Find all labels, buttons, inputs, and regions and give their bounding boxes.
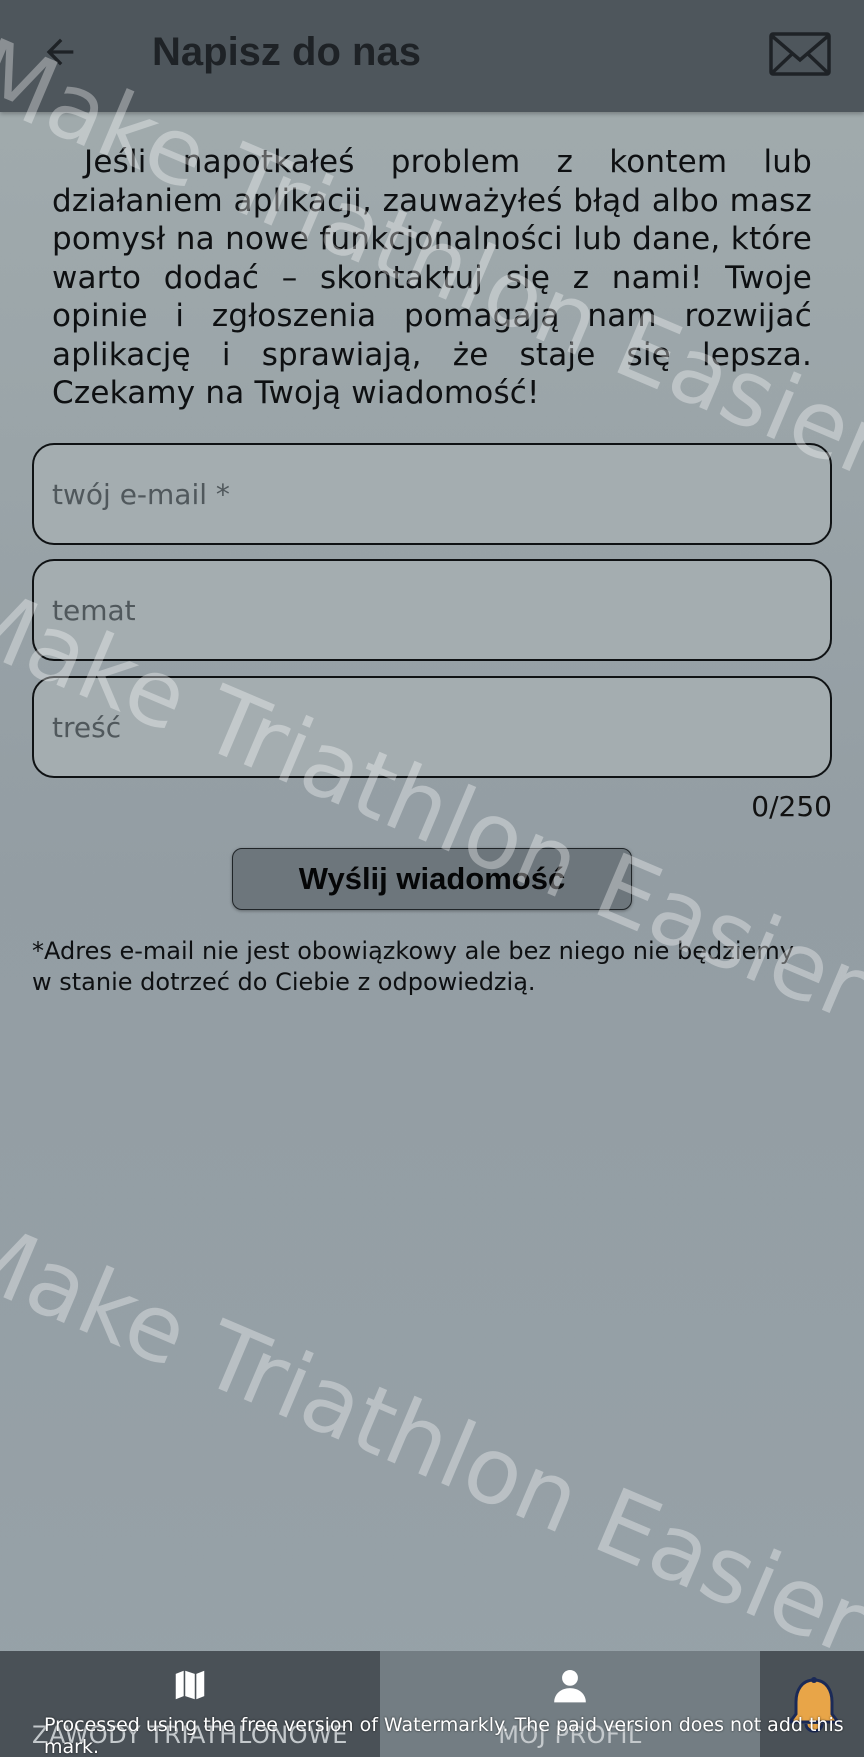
subject-input[interactable] — [52, 561, 812, 659]
page-title: Napisz do nas — [152, 30, 421, 74]
app-header: Napisz do nas — [0, 0, 864, 112]
subject-field[interactable] — [32, 559, 832, 661]
character-counter: 0/250 — [751, 790, 832, 823]
tab-competitions[interactable]: ZAWODY TRIATHLONOWE — [0, 1651, 380, 1757]
back-button[interactable] — [32, 24, 88, 80]
message-field[interactable] — [32, 676, 832, 778]
arrow-back-icon — [46, 38, 74, 66]
watermark-text: Make Triathlon Easier — [0, 1195, 864, 1677]
tab-competitions-label: ZAWODY TRIATHLONOWE — [32, 1721, 348, 1749]
send-message-button[interactable]: Wyślij wiadomość — [232, 848, 632, 910]
map-icon — [175, 1670, 205, 1700]
intro-text: Jeśli napotkałeś problem z kontem lub dz… — [52, 144, 812, 411]
person-icon — [554, 1669, 586, 1703]
message-input[interactable] — [52, 678, 812, 776]
mail-button[interactable] — [768, 30, 832, 78]
notifications-button[interactable] — [786, 1674, 842, 1734]
tab-profile[interactable]: MÓJ PROFIL — [380, 1651, 760, 1757]
email-note: *Adres e-mail nie jest obowiązkowy ale b… — [32, 937, 794, 996]
envelope-icon — [769, 32, 831, 76]
bell-icon — [787, 1677, 841, 1733]
email-field[interactable] — [32, 443, 832, 545]
email-input[interactable] — [52, 445, 812, 543]
bottom-navigation: ZAWODY TRIATHLONOWE MÓJ PROFIL — [0, 1651, 864, 1757]
tab-profile-label: MÓJ PROFIL — [498, 1721, 642, 1749]
